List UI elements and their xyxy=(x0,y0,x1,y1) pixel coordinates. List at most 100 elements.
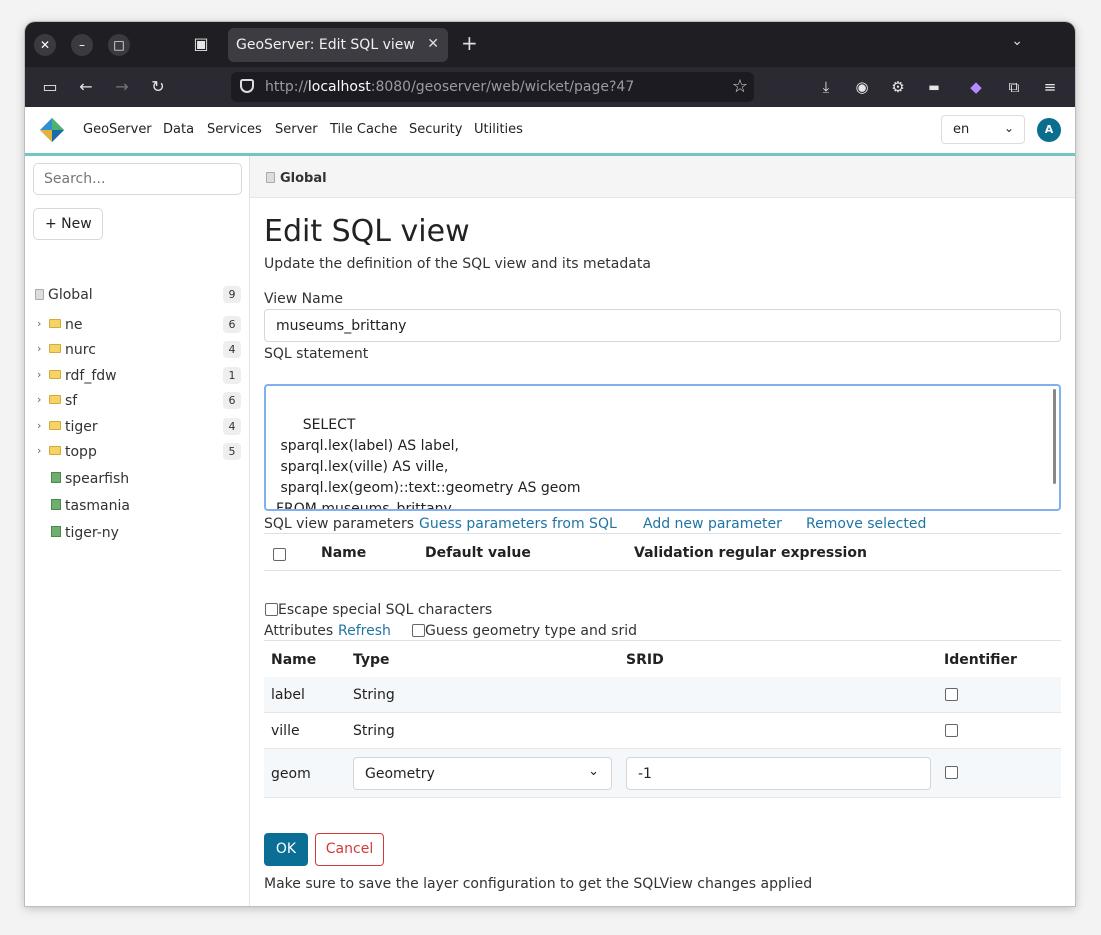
layer-icon xyxy=(51,472,61,483)
identifier-checkbox[interactable] xyxy=(945,724,958,737)
folder-icon xyxy=(49,446,61,455)
chevron-right-icon[interactable]: › xyxy=(37,444,41,457)
tree-item-ne[interactable]: › ne 6 xyxy=(25,313,249,337)
close-tab-icon[interactable]: ✕ xyxy=(427,36,439,52)
menu-security[interactable]: Security xyxy=(409,122,462,137)
minimize-window-icon[interactable]: – xyxy=(71,34,93,56)
downloads-icon[interactable]: ⤓ xyxy=(815,76,837,98)
menu-geoserver[interactable]: GeoServer xyxy=(83,122,152,137)
save-note: Make sure to save the layer configuratio… xyxy=(264,876,813,892)
tree-item-rdf-fdw[interactable]: › rdf_fdw 1 xyxy=(25,364,249,388)
bookmark-star-icon[interactable]: ☆ xyxy=(732,76,748,97)
new-tab-icon[interactable]: + xyxy=(461,31,478,55)
chevron-down-icon: ⌄ xyxy=(1003,121,1014,135)
add-param-link[interactable]: Add new parameter xyxy=(643,516,782,532)
chevron-right-icon[interactable]: › xyxy=(37,368,41,381)
menu-server[interactable]: Server xyxy=(275,122,318,137)
tree-item-label: topp xyxy=(65,444,97,460)
forward-icon[interactable]: → xyxy=(111,76,133,98)
geoserver-logo-icon[interactable] xyxy=(39,117,65,143)
params-col-default: Default value xyxy=(425,545,531,561)
ok-button[interactable]: OK xyxy=(264,833,308,866)
attr-col-type: Type xyxy=(353,652,390,668)
folder-icon xyxy=(49,370,61,379)
reload-icon[interactable]: ↻ xyxy=(147,76,169,98)
tree-item-label: ne xyxy=(65,317,83,333)
escape-sql-checkbox[interactable] xyxy=(265,603,278,616)
browser-window: ✕ – □ ▣ GeoServer: Edit SQL view ✕ + ⌄ ▭… xyxy=(25,22,1075,906)
remove-selected-link[interactable]: Remove selected xyxy=(806,516,926,532)
count-badge: 6 xyxy=(223,316,241,333)
search-input[interactable] xyxy=(33,163,242,195)
tree-item-tiger-ny[interactable]: tiger-ny xyxy=(25,521,249,545)
chevron-right-icon[interactable]: › xyxy=(37,419,41,432)
attr-name: label xyxy=(271,687,305,703)
menu-utilities[interactable]: Utilities xyxy=(474,122,523,137)
view-name-label: View Name xyxy=(264,291,343,307)
menu-tile-cache[interactable]: Tile Cache xyxy=(330,122,397,137)
menu-data[interactable]: Data xyxy=(163,122,194,137)
tab-groups-icon[interactable]: ▣ xyxy=(190,33,212,55)
guess-geometry-checkbox[interactable] xyxy=(412,624,425,637)
browser-tab[interactable]: GeoServer: Edit SQL view ✕ xyxy=(228,28,448,62)
chevron-right-icon[interactable]: › xyxy=(37,317,41,330)
identifier-checkbox[interactable] xyxy=(945,688,958,701)
count-badge: 4 xyxy=(223,341,241,358)
extension-icon[interactable]: ▬ xyxy=(923,76,945,98)
srid-input[interactable]: -1 xyxy=(626,757,931,790)
menu-services[interactable]: Services xyxy=(207,122,262,137)
count-badge: 5 xyxy=(223,443,241,460)
tree-item-nurc[interactable]: › nurc 4 xyxy=(25,338,249,362)
extensions-puzzle-icon[interactable]: ⧉ xyxy=(1003,76,1025,98)
new-button[interactable]: + New xyxy=(33,208,103,240)
tree-item-tiger[interactable]: › tiger 4 xyxy=(25,415,249,439)
global-icon xyxy=(266,172,275,183)
sql-text: SELECT sparql.lex(label) AS label, sparq… xyxy=(276,417,581,511)
url-bar[interactable]: http://localhost:8080/geoserver/web/wick… xyxy=(231,72,754,102)
textarea-scrollbar[interactable] xyxy=(1053,389,1056,484)
geometry-type-value: Geometry xyxy=(365,766,435,782)
refresh-link[interactable]: Refresh xyxy=(338,623,391,639)
count-badge: 4 xyxy=(223,418,241,435)
language-select[interactable]: en ⌄ xyxy=(941,115,1025,144)
extension-diamond-icon[interactable]: ◆ xyxy=(965,76,987,98)
attr-name: ville xyxy=(271,723,300,739)
account-icon[interactable]: ◉ xyxy=(851,76,873,98)
escape-sql-label: Escape special SQL characters xyxy=(278,602,493,618)
site-info-icon[interactable] xyxy=(240,79,254,93)
tree-item-label: rdf_fdw xyxy=(65,368,117,384)
page-subtitle: Update the definition of the SQL view an… xyxy=(264,256,651,272)
select-all-checkbox[interactable] xyxy=(273,548,286,561)
folder-icon xyxy=(49,344,61,353)
tree-item-spearfish[interactable]: spearfish xyxy=(25,467,249,491)
view-name-input[interactable]: museums_brittany xyxy=(264,309,1061,342)
chevron-right-icon[interactable]: › xyxy=(37,342,41,355)
breadcrumb-global[interactable]: Global xyxy=(280,171,327,186)
new-button-label: + New xyxy=(45,216,92,232)
maximize-window-icon[interactable]: □ xyxy=(108,34,130,56)
chevron-right-icon[interactable]: › xyxy=(37,393,41,406)
guess-params-link[interactable]: Guess parameters from SQL xyxy=(419,516,617,532)
settings-gear-icon[interactable]: ⚙ xyxy=(887,76,909,98)
list-tabs-icon[interactable]: ⌄ xyxy=(1011,33,1023,49)
params-col-regex: Validation regular expression xyxy=(634,545,867,561)
geometry-type-select[interactable]: Geometry ⌄ xyxy=(353,757,612,790)
attributes-table-header: Name Type SRID Identifier xyxy=(264,640,1061,678)
user-avatar[interactable]: A xyxy=(1037,118,1061,142)
cancel-button[interactable]: Cancel xyxy=(315,833,384,866)
sql-params-label: SQL view parameters xyxy=(264,516,415,532)
tree-item-topp[interactable]: › topp 5 xyxy=(25,440,249,464)
language-value: en xyxy=(953,122,970,137)
sql-textarea[interactable]: SELECT sparql.lex(label) AS label, sparq… xyxy=(264,384,1061,511)
close-window-icon[interactable]: ✕ xyxy=(34,34,56,56)
tree-item-sf[interactable]: › sf 6 xyxy=(25,389,249,413)
identifier-checkbox[interactable] xyxy=(945,766,958,779)
tree-item-global[interactable]: Global 9 xyxy=(25,283,249,307)
count-badge: 6 xyxy=(223,392,241,409)
app-menu-icon[interactable]: ≡ xyxy=(1039,76,1061,98)
sidebar-toggle-icon[interactable]: ▭ xyxy=(39,76,61,98)
back-icon[interactable]: ← xyxy=(75,76,97,98)
tab-title: GeoServer: Edit SQL view xyxy=(236,37,415,53)
global-icon xyxy=(35,289,44,300)
tree-item-tasmania[interactable]: tasmania xyxy=(25,494,249,518)
